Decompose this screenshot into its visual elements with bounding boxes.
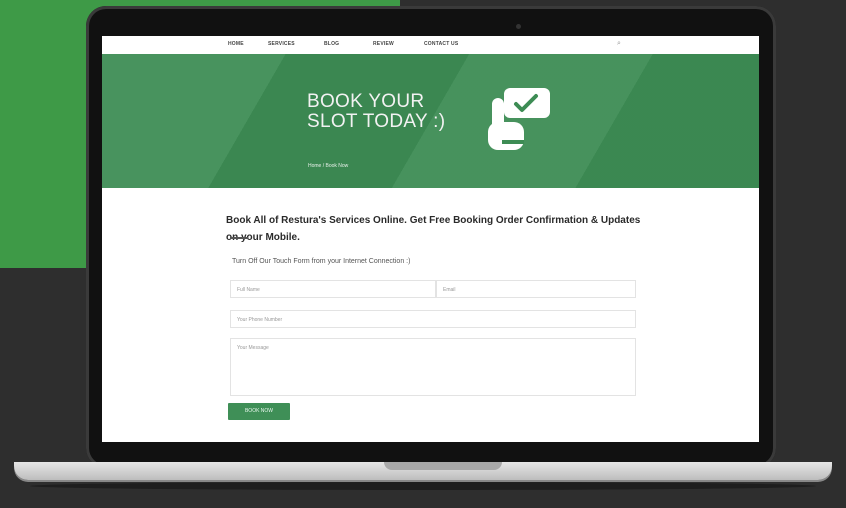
nav-item-review[interactable]: REVIEW xyxy=(373,41,394,47)
laptop-notch xyxy=(384,462,502,470)
nav-item-contact-us[interactable]: CONTACT US xyxy=(424,41,458,47)
booking-title: Book All of Restura's Services Online. G… xyxy=(226,215,641,243)
hero-banner: BOOK YOUR SLOT TODAY :) Home / Book Now xyxy=(102,54,759,188)
laptop-base xyxy=(14,462,832,480)
camera-icon xyxy=(516,24,521,29)
laptop-screen: HOME SERVICES BLOG REVIEW CONTACT US ⌕ B… xyxy=(102,36,759,442)
message-textarea[interactable]: Your Message xyxy=(230,338,636,396)
breadcrumb[interactable]: Home / Book Now xyxy=(308,163,348,169)
phone-placeholder: Your Phone Number xyxy=(237,317,283,323)
email-placeholder: Email xyxy=(443,287,456,293)
nav-item-home[interactable]: HOME xyxy=(228,41,244,47)
hero-title: BOOK YOUR SLOT TODAY :) xyxy=(307,91,446,132)
top-nav: HOME SERVICES BLOG REVIEW CONTACT US ⌕ xyxy=(102,36,759,55)
nav-item-blog[interactable]: BLOG xyxy=(324,41,339,47)
booking-subtitle: Turn Off Our Touch Form from your Intern… xyxy=(232,258,411,265)
title-underline xyxy=(230,237,248,239)
name-placeholder: Full Name xyxy=(237,287,260,293)
nav-item-services[interactable]: SERVICES xyxy=(268,41,295,47)
name-input[interactable]: Full Name xyxy=(230,280,436,298)
email-input[interactable]: Email xyxy=(436,280,636,298)
message-placeholder: Your Message xyxy=(237,345,269,351)
phone-input[interactable]: Your Phone Number xyxy=(230,310,636,328)
hand-tap-check-icon xyxy=(488,88,550,150)
search-icon[interactable]: ⌕ xyxy=(617,40,625,48)
laptop-shadow xyxy=(30,482,816,490)
booking-section: Book All of Restura's Services Online. G… xyxy=(102,188,759,442)
book-now-button[interactable]: BOOK NOW xyxy=(228,403,290,420)
